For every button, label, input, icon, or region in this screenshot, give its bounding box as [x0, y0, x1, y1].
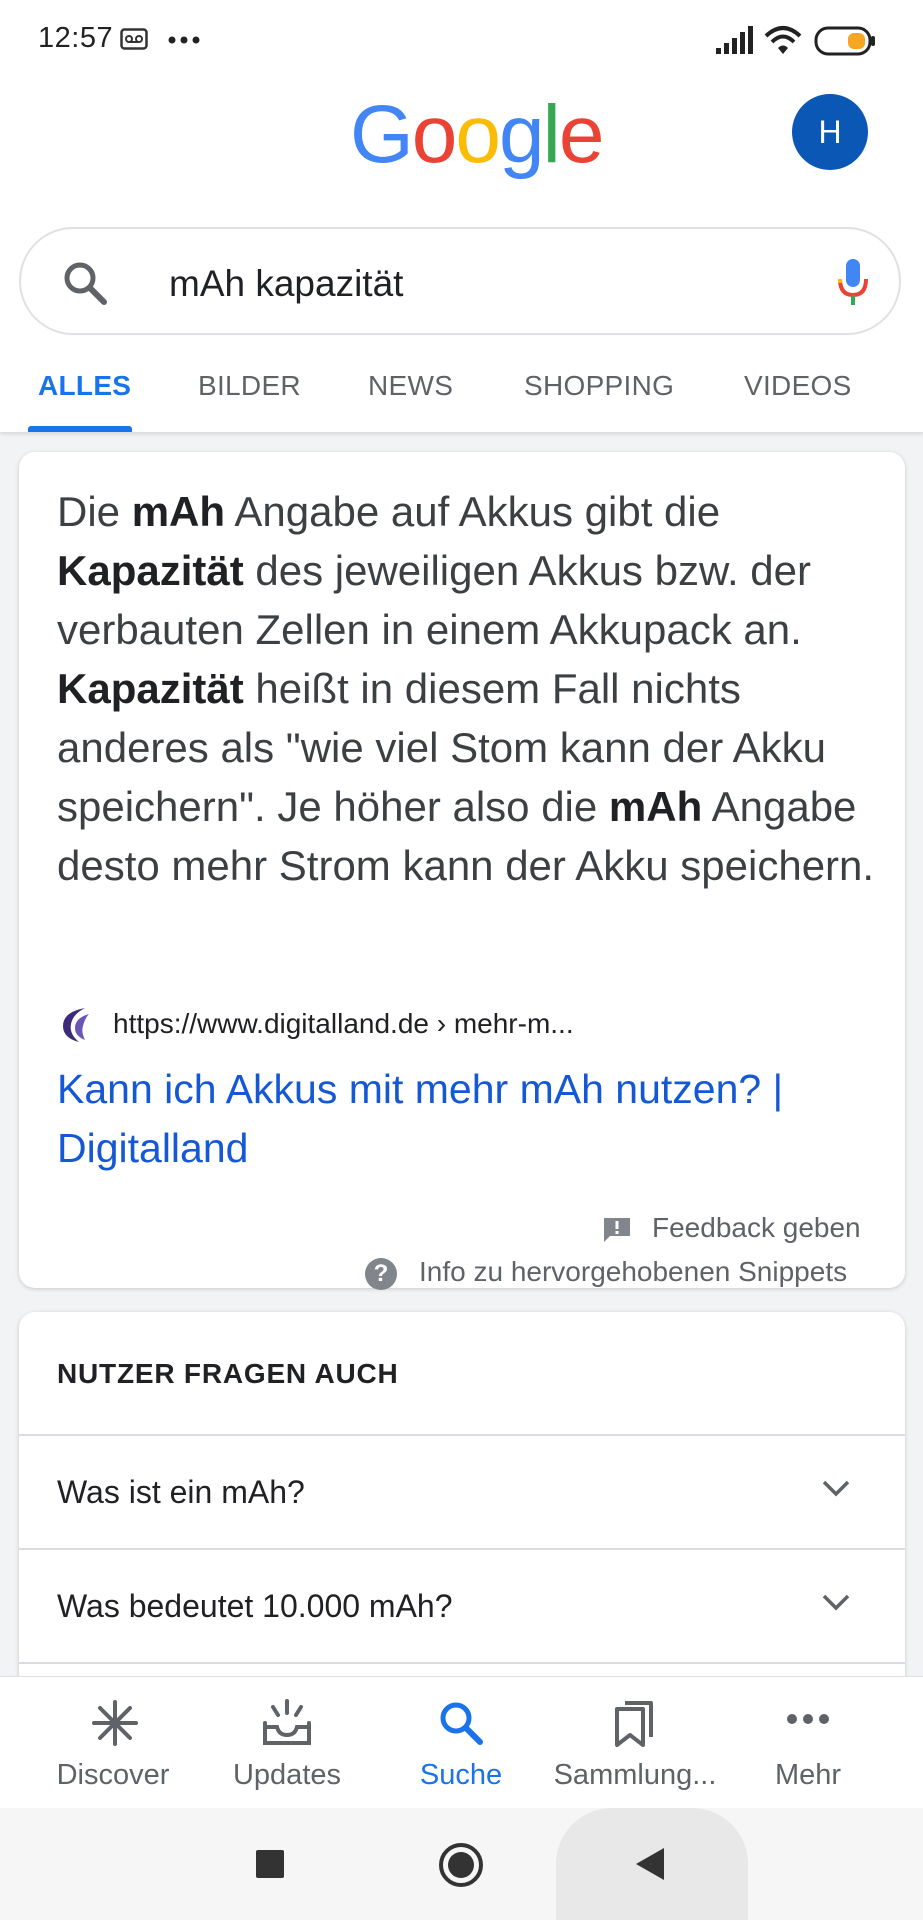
tab-shopping[interactable]: SHOPPING: [524, 370, 674, 402]
back-button-icon[interactable]: [634, 1846, 666, 1882]
home-button-icon[interactable]: [438, 1842, 484, 1888]
paa-question-text: Was bedeutet 10.000 mAh?: [57, 1588, 453, 1624]
chevron-down-icon: [822, 1480, 850, 1497]
paa-question-text: Was ist ein mAh?: [57, 1474, 305, 1510]
voicemail-icon: [120, 28, 148, 50]
people-also-ask: NUTZER FRAGEN AUCH Was ist ein mAh? Was …: [19, 1312, 905, 1692]
nav-label: Suche: [419, 1759, 503, 1791]
chevron-down-icon: [822, 1594, 850, 1611]
logo-letter: e: [558, 89, 605, 180]
snippet-bold: Kapazität: [57, 547, 244, 594]
nav-suche[interactable]: Suche: [371, 1677, 551, 1809]
bottom-navigation: Discover Updates Suche Sammlung... Mehr: [0, 1676, 923, 1809]
nav-discover[interactable]: Discover: [23, 1677, 203, 1809]
feedback-icon[interactable]: [602, 1216, 632, 1244]
tab-news[interactable]: NEWS: [368, 370, 453, 402]
account-avatar[interactable]: H: [792, 94, 868, 170]
microphone-icon[interactable]: [835, 257, 871, 307]
site-favicon-icon: [63, 1008, 89, 1042]
snippet-bold: Kapazität: [57, 665, 244, 712]
updates-icon: [263, 1699, 311, 1745]
search-query[interactable]: mAh kapazität: [169, 263, 403, 305]
logo-letter: g: [499, 89, 545, 180]
nav-mehr[interactable]: Mehr: [718, 1677, 898, 1809]
nav-label: Updates: [232, 1759, 341, 1791]
paa-header: NUTZER FRAGEN AUCH: [57, 1358, 399, 1389]
feedback-link[interactable]: Feedback geben: [652, 1212, 861, 1244]
logo-letter: l: [542, 89, 561, 180]
tab-bilder[interactable]: BILDER: [198, 370, 301, 402]
logo-letter: G: [350, 89, 414, 180]
bookmarks-icon: [615, 1701, 653, 1747]
tab-alles[interactable]: ALLES: [38, 370, 131, 402]
logo-letter: o: [455, 89, 501, 180]
search-icon: [440, 1702, 483, 1745]
recents-button-icon[interactable]: [254, 1848, 286, 1880]
google-logo[interactable]: Google: [350, 88, 605, 182]
top-app-bar: 12:57 Google H mAh kapazität ALLES BILDE…: [0, 0, 923, 432]
asterisk-icon: [92, 1700, 138, 1746]
snippet-bold: mAh: [608, 783, 703, 830]
source-title-link[interactable]: Kann ich Akkus mit mehr mAh nutzen? | Di…: [57, 1060, 887, 1178]
search-tabs: ALLES BILDER NEWS SHOPPING VIDEOS: [0, 360, 923, 432]
nav-label: Discover: [56, 1759, 170, 1791]
battery-icon: [814, 26, 875, 56]
nav-sammlungen[interactable]: Sammlung...: [545, 1677, 725, 1809]
system-navigation-bar: [0, 1808, 923, 1920]
search-box[interactable]: mAh kapazität: [19, 227, 901, 335]
nav-label: Mehr: [774, 1759, 842, 1791]
snippet-text: Die mAh Angabe auf Akkus gibt die Kapazi…: [57, 482, 887, 895]
more-icon: [787, 1714, 829, 1724]
wifi-icon: [764, 26, 802, 54]
snippet-text-part: Angabe auf Akkus gibt die: [225, 488, 721, 535]
featured-snippet: Die mAh Angabe auf Akkus gibt die Kapazi…: [19, 452, 905, 1290]
paa-question[interactable]: Was ist ein mAh?: [19, 1434, 905, 1550]
more-notifications-icon: [168, 36, 200, 44]
nav-label: Sammlung...: [553, 1759, 717, 1791]
search-icon[interactable]: [61, 259, 109, 307]
logo-letter: o: [411, 89, 458, 180]
snippet-text-part: Die: [57, 488, 132, 535]
nav-updates[interactable]: Updates: [197, 1677, 377, 1809]
status-time: 12:57: [38, 22, 114, 54]
help-icon[interactable]: ?: [365, 1258, 397, 1290]
tab-videos[interactable]: VIDEOS: [744, 370, 852, 402]
source-url[interactable]: https://www.digitalland.de › mehr-m...: [113, 1008, 574, 1040]
status-bar: 12:57: [0, 0, 923, 80]
snippet-info-link[interactable]: Info zu hervorgehobenen Snippets: [419, 1256, 847, 1288]
snippet-bold: mAh: [131, 488, 226, 535]
signal-icon: [716, 26, 753, 54]
paa-question[interactable]: Was bedeutet 10.000 mAh?: [19, 1548, 905, 1664]
active-tab-indicator: [28, 426, 132, 432]
